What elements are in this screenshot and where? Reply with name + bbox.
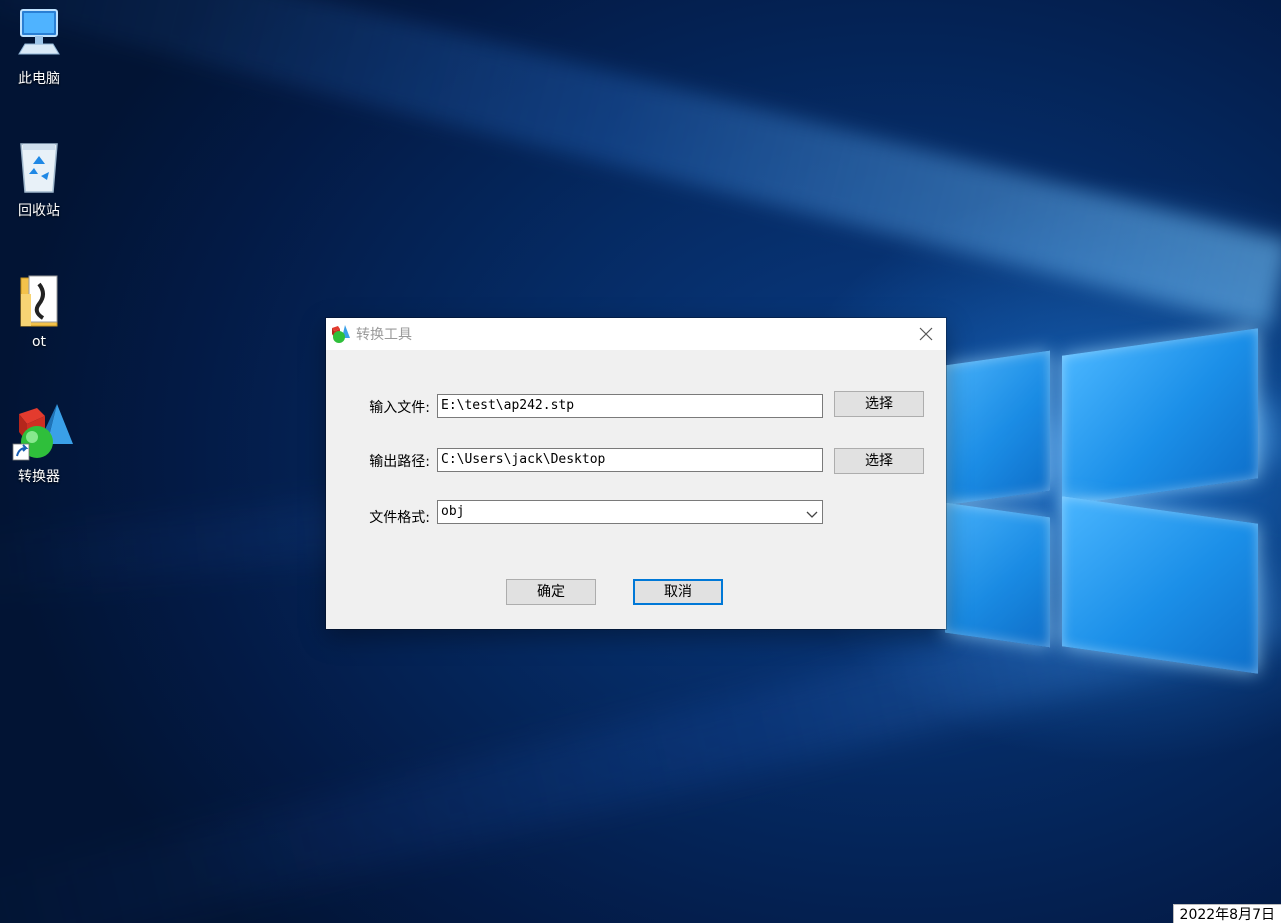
file-format-label: 文件格式: <box>369 510 430 526</box>
close-button[interactable] <box>906 318 946 350</box>
desktop: 此电脑 回收站 ot 转换器 转换工具 输入文件: E:\test\ap242.… <box>0 0 1281 923</box>
desktop-icon-recycle-bin[interactable]: 回收站 <box>4 138 74 220</box>
converter-app-icon <box>330 324 350 344</box>
dialog-title: 转换工具 <box>356 327 412 343</box>
dialog-titlebar[interactable]: 转换工具 <box>326 318 946 350</box>
desktop-icon-label: ot <box>31 334 47 350</box>
desktop-icon-ot-folder[interactable]: ot <box>4 272 74 350</box>
cancel-button[interactable]: 取消 <box>633 579 723 605</box>
chevron-down-icon <box>806 506 818 518</box>
desktop-icon-converter[interactable]: 转换器 <box>4 404 74 486</box>
desktop-icon-label: 回收站 <box>18 203 60 219</box>
converter-dialog: 转换工具 输入文件: E:\test\ap242.stp 选择 输出路径: C:… <box>326 318 946 629</box>
select-input-file-button[interactable]: 选择 <box>834 391 924 417</box>
output-path-field[interactable]: C:\Users\jack\Desktop <box>437 448 823 472</box>
ok-button[interactable]: 确定 <box>506 579 596 605</box>
folder-icon <box>11 272 67 328</box>
input-file-label: 输入文件: <box>369 400 430 416</box>
computer-icon <box>11 6 67 62</box>
file-format-select[interactable]: obj <box>437 500 823 524</box>
wallpaper-windows-logo <box>940 320 1281 690</box>
wallpaper-light-beam <box>0 0 1281 329</box>
file-format-value: obj <box>441 504 465 519</box>
desktop-icon-label: 转换器 <box>18 469 60 485</box>
taskbar-date[interactable]: 2022年8月7日 <box>1172 904 1281 923</box>
desktop-icon-label: 此电脑 <box>18 71 60 87</box>
close-icon <box>919 327 933 341</box>
converter-app-icon <box>11 404 73 461</box>
desktop-icon-this-pc[interactable]: 此电脑 <box>4 6 74 88</box>
recycle-bin-icon <box>11 138 67 194</box>
select-output-path-button[interactable]: 选择 <box>834 448 924 474</box>
input-file-field[interactable]: E:\test\ap242.stp <box>437 394 823 418</box>
output-path-label: 输出路径: <box>369 454 430 470</box>
